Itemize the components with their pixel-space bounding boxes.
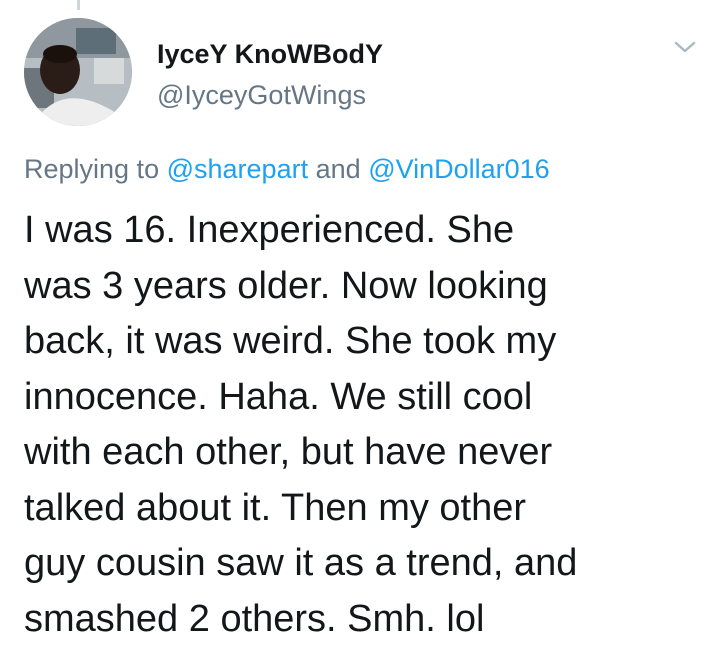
author-display-name[interactable]: IyceY KnoWBodY: [157, 38, 383, 70]
avatar[interactable]: [24, 18, 132, 126]
avatar-image: [24, 18, 132, 126]
reply-connector: and: [315, 154, 361, 184]
thread-connector-line: [77, 0, 80, 10]
chevron-down-icon[interactable]: [672, 36, 698, 58]
author-handle[interactable]: @IyceyGotWings: [157, 79, 366, 111]
mention-link-vindollar016[interactable]: @VinDollar016: [368, 154, 550, 184]
reply-context: Replying to @sharepart and @VinDollar016: [24, 153, 550, 185]
tweet-body-text: I was 16. Inexperienced. She was 3 years…: [24, 209, 578, 640]
mention-link-sharepart[interactable]: @sharepart: [167, 154, 308, 184]
reply-prefix: Replying to: [24, 154, 160, 184]
